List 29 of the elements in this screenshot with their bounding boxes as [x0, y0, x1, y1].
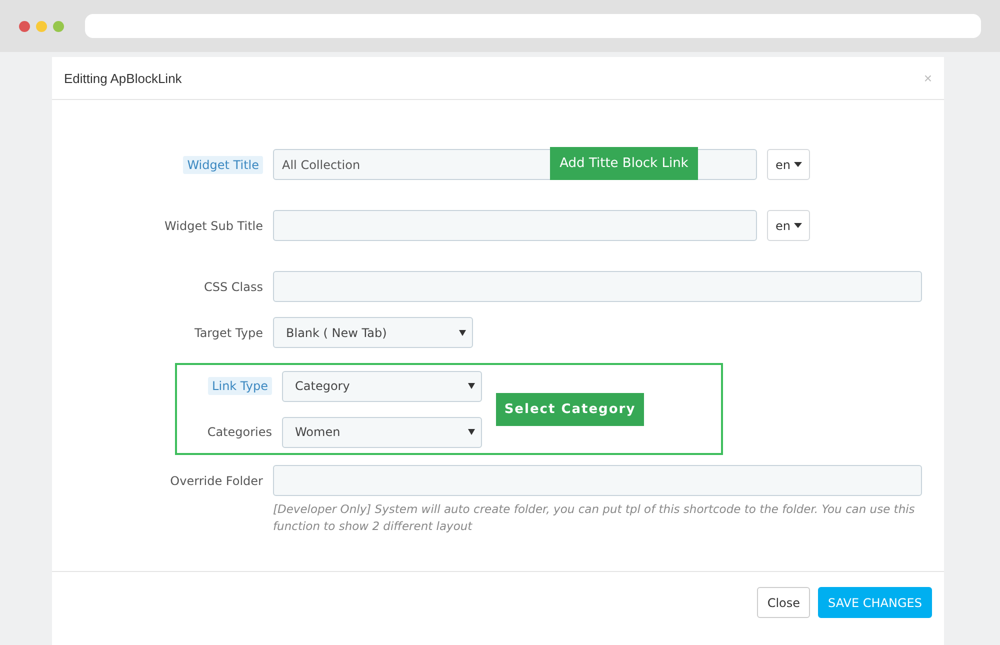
close-button[interactable]: Close [757, 587, 810, 618]
field-label: CSS Class [204, 280, 263, 294]
field-label: Widget Sub Title [164, 218, 263, 232]
minimize-window-icon[interactable] [36, 20, 47, 32]
field-label: Target Type [194, 326, 263, 340]
field-label: Link Type [208, 377, 272, 395]
close-window-icon[interactable] [19, 20, 30, 32]
select-dropdown[interactable]: Blank ( New Tab) [273, 317, 473, 348]
text-field[interactable] [273, 210, 757, 241]
annotation-tooltip: Add Titte Block Link [550, 147, 698, 180]
annotation-label: Select Category [496, 392, 644, 426]
caret-icon [794, 223, 802, 228]
language-dropdown[interactable]: en [767, 210, 810, 241]
text-field[interactable] [273, 271, 922, 302]
text-field[interactable] [273, 465, 922, 496]
language-dropdown[interactable]: en [767, 149, 810, 180]
modal-title: Editting ApBlockLink [64, 70, 182, 86]
field-label: Categories [207, 425, 272, 439]
caret-icon [468, 383, 475, 389]
caret-icon [794, 162, 802, 167]
help-text: [Developer Only] System will auto create folder, you can put tpl of this shortcode to the folder. You can use this function to show 2 different layout [273, 501, 916, 535]
select-dropdown[interactable]: Women [282, 416, 482, 448]
field-label: Widget Title [183, 156, 263, 174]
select-dropdown[interactable]: Category [282, 370, 482, 402]
field-label: Override Folder [170, 474, 263, 488]
caret-icon [459, 330, 466, 336]
maximize-window-icon[interactable] [53, 20, 64, 32]
address-bar[interactable] [85, 14, 981, 38]
caret-icon [468, 429, 475, 435]
